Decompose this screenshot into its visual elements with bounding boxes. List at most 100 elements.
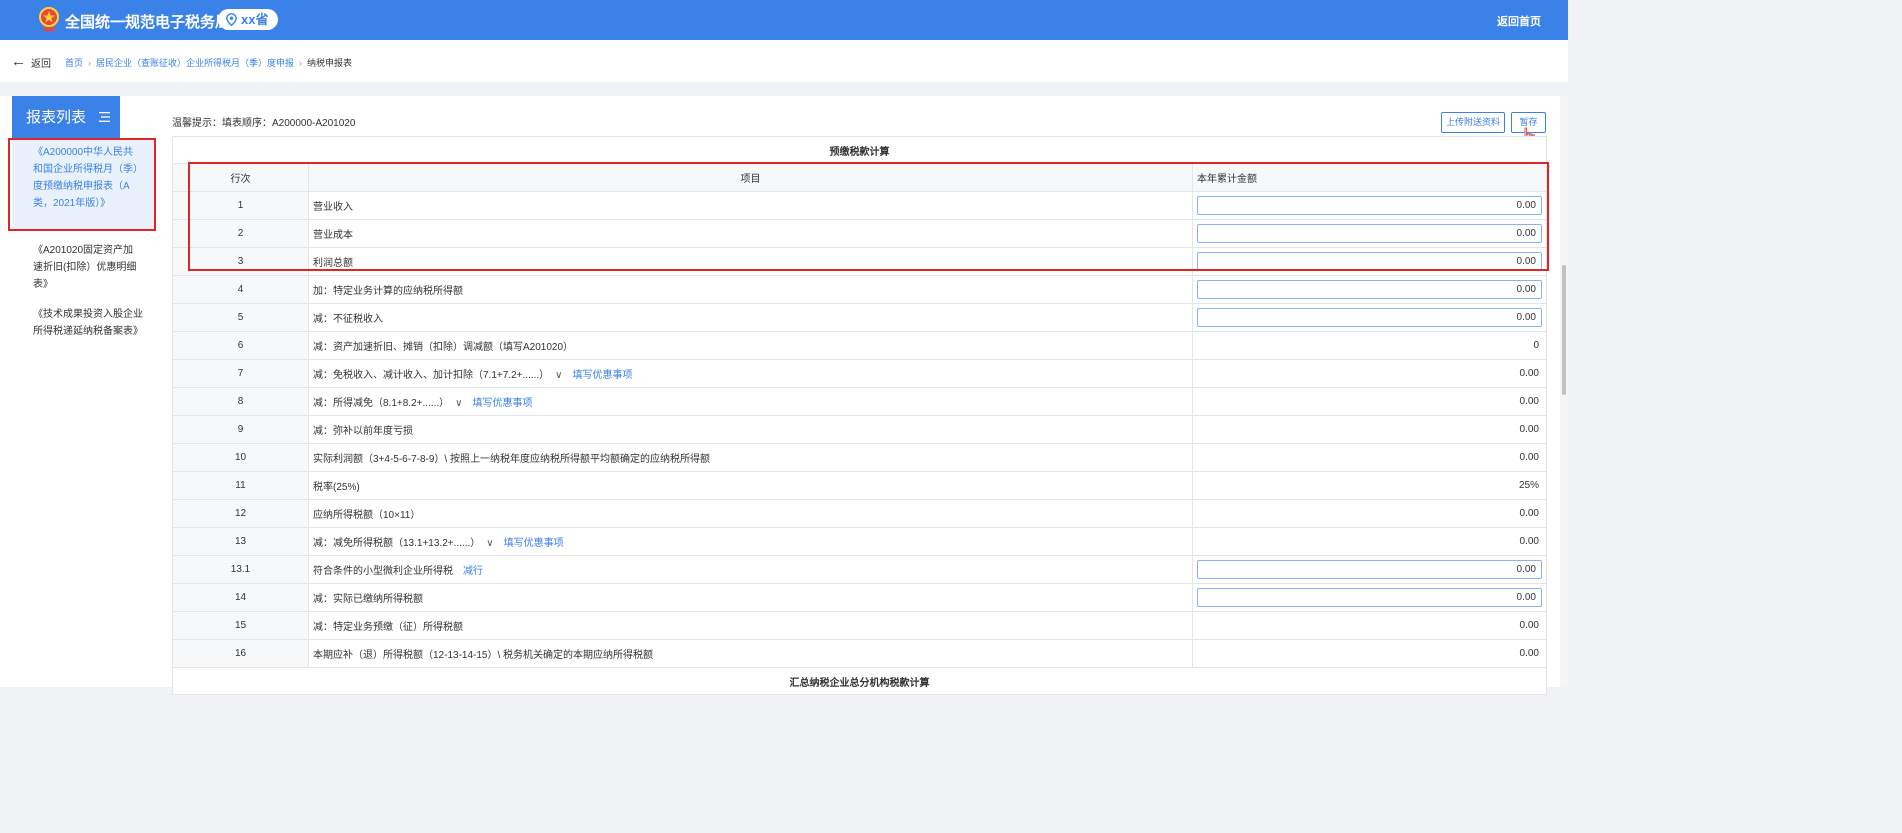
amount-value: 0.00 bbox=[1192, 443, 1547, 472]
row-number: 14 bbox=[172, 583, 309, 612]
row-item-label: 符合条件的小型微利企业所得税 bbox=[313, 566, 453, 577]
amount-input[interactable]: 0.00 bbox=[1197, 280, 1542, 299]
amount-input[interactable]: 0.00 bbox=[1197, 308, 1542, 327]
row-number: 4 bbox=[172, 275, 309, 304]
row-item-label: 减：实际已缴纳所得税额 bbox=[313, 594, 423, 605]
row-number: 16 bbox=[172, 639, 309, 668]
amount-value: 0 bbox=[1192, 331, 1547, 360]
row-number: 13 bbox=[172, 527, 309, 556]
row-item-label: 税率(25%) bbox=[313, 482, 360, 493]
annotation-box-table bbox=[188, 162, 1549, 271]
section-header-row: 预缴税款计算 bbox=[172, 136, 1547, 164]
amount-value: 0.00 bbox=[1192, 359, 1547, 388]
tax-emblem-icon bbox=[39, 7, 59, 31]
table-row: 16 本期应补（退）所得税额（12-13-14-15）\ 税务机关确定的本期应纳所… bbox=[172, 639, 1547, 668]
back-button[interactable]: 返回 bbox=[31, 55, 51, 70]
row-item: 税率(25%) bbox=[308, 471, 1193, 500]
sidebar-item-a201020[interactable]: 《A201020固定资产加速折旧(扣除）优惠明细表》 bbox=[33, 242, 143, 293]
row-number: 7 bbox=[172, 359, 309, 388]
report-list-title: 报表列表 bbox=[26, 109, 87, 126]
scrollbar-thumb[interactable] bbox=[1562, 265, 1566, 395]
upload-attachments-button[interactable]: 上传附送资料 bbox=[1441, 112, 1505, 133]
row-item: 加：特定业务计算的应纳税所得额 bbox=[308, 275, 1193, 304]
chevron-down-icon[interactable]: ∨ bbox=[455, 398, 462, 409]
breadcrumb-current: 纳税申报表 bbox=[307, 58, 353, 68]
amount-value: 0.00 bbox=[1192, 387, 1547, 416]
row-number: 10 bbox=[172, 443, 309, 472]
row-item: 减：减免所得税额（13.1+13.2+......） ∨ 填写优惠事项 bbox=[308, 527, 1193, 556]
row-item-label: 减：资产加速折旧、摊销（扣除）调减额（填写A201020） bbox=[313, 342, 574, 353]
row-item: 减：特定业务预缴（征）所得税额 bbox=[308, 611, 1193, 640]
row-number: 11 bbox=[172, 471, 309, 500]
row-item: 减：免税收入、减计收入、加计扣除（7.1+7.2+......） ∨ 填写优惠事项 bbox=[308, 359, 1193, 388]
delete-row-link[interactable]: 减行 bbox=[463, 566, 483, 577]
location-pin-icon bbox=[226, 13, 237, 26]
fill-preference-link[interactable]: 填写优惠事项 bbox=[504, 538, 564, 549]
table-row: 13.1 符合条件的小型微利企业所得税 减行 0.00 bbox=[172, 555, 1547, 584]
row-item: 减：弥补以前年度亏损 bbox=[308, 415, 1193, 444]
row-item: 本期应补（退）所得税额（12-13-14-15）\ 税务机关确定的本期应纳所得税… bbox=[308, 639, 1193, 668]
amount-cell: 0.00 bbox=[1192, 303, 1547, 332]
row-item: 应纳所得税额（10×11） bbox=[308, 499, 1193, 528]
amount-value: 0.00 bbox=[1192, 499, 1547, 528]
row-item-label: 加：特定业务计算的应纳税所得额 bbox=[313, 286, 463, 297]
amount-cell: 0.00 bbox=[1192, 555, 1547, 584]
amount-value: 0.00 bbox=[1192, 611, 1547, 640]
amount-cell: 0.00 bbox=[1192, 583, 1547, 612]
fill-order-hint: 温馨提示：填表顺序：A200000-A201020 bbox=[172, 118, 356, 129]
table-row: 9 减：弥补以前年度亏损 0.00 bbox=[172, 415, 1547, 444]
chevron-down-icon[interactable]: ∨ bbox=[486, 538, 493, 549]
row-item-label: 减：所得减免（8.1+8.2+......） bbox=[313, 398, 450, 409]
back-arrow-icon[interactable]: ← bbox=[11, 53, 26, 70]
table-row: 15 减：特定业务预缴（征）所得税额 0.00 bbox=[172, 611, 1547, 640]
section-title: 预缴税款计算 bbox=[172, 136, 1547, 164]
menu-collapse-icon[interactable] bbox=[99, 111, 110, 123]
table-row: 8 减：所得减免（8.1+8.2+......） ∨ 填写优惠事项 0.00 bbox=[172, 387, 1547, 416]
top-bar: 全国统一规范电子税务局 xx省 返回首页 bbox=[0, 0, 1568, 40]
row-number: 13.1 bbox=[172, 555, 309, 584]
row-item-label: 减：不征税收入 bbox=[313, 314, 383, 325]
row-item-label: 应纳所得税额（10×11） bbox=[313, 510, 421, 521]
row-item-label: 实际利润额（3+4-5-6-7-8-9）\ 按照上一纳税年度应纳税所得额平均额确… bbox=[313, 454, 710, 465]
row-item-label: 减：特定业务预缴（征）所得税额 bbox=[313, 622, 463, 633]
table-row: 5 减：不征税收入 0.00 bbox=[172, 303, 1547, 332]
amount-value: 0.00 bbox=[1192, 415, 1547, 444]
row-item-label: 减：免税收入、减计收入、加计扣除（7.1+7.2+......） bbox=[313, 370, 550, 381]
amount-cell: 0.00 bbox=[1192, 275, 1547, 304]
province-selector[interactable]: xx省 bbox=[218, 9, 279, 30]
row-item: 减：所得减免（8.1+8.2+......） ∨ 填写优惠事项 bbox=[308, 387, 1193, 416]
amount-input[interactable]: 0.00 bbox=[1197, 560, 1542, 579]
amount-input[interactable]: 0.00 bbox=[1197, 588, 1542, 607]
return-home-link[interactable]: 返回首页 bbox=[1497, 13, 1541, 29]
fill-preference-link[interactable]: 填写优惠事项 bbox=[472, 398, 532, 409]
row-item: 减：实际已缴纳所得税额 bbox=[308, 583, 1193, 612]
fill-preference-link[interactable]: 填写优惠事项 bbox=[572, 370, 632, 381]
breadcrumb-separator: › bbox=[88, 58, 92, 68]
table-row: 14 减：实际已缴纳所得税额 0.00 bbox=[172, 583, 1547, 612]
province-label: xx省 bbox=[241, 12, 269, 27]
annotation-box-sidebar bbox=[8, 138, 156, 231]
row-number: 9 bbox=[172, 415, 309, 444]
amount-value: 0.00 bbox=[1192, 639, 1547, 668]
row-item-label: 减：弥补以前年度亏损 bbox=[313, 426, 413, 437]
chevron-down-icon[interactable]: ∨ bbox=[555, 370, 562, 381]
table-row: 12 应纳所得税额（10×11） 0.00 bbox=[172, 499, 1547, 528]
next-section-title: 汇总纳税企业总分机构税款计算 bbox=[172, 667, 1547, 695]
row-number: 6 bbox=[172, 331, 309, 360]
row-number: 5 bbox=[172, 303, 309, 332]
row-number: 8 bbox=[172, 387, 309, 416]
table-row: 7 减：免税收入、减计收入、加计扣除（7.1+7.2+......） ∨ 填写优惠事项… bbox=[172, 359, 1547, 388]
table-row: 6 减：资产加速折旧、摊销（扣除）调减额（填写A201020） 0 bbox=[172, 331, 1547, 360]
breadcrumb-separator: › bbox=[299, 58, 303, 68]
breadcrumb: 首页 › 居民企业（查账征收）企业所得税月（季）度申报 › 纳税申报表 bbox=[65, 56, 352, 69]
table-row: 4 加：特定业务计算的应纳税所得额 0.00 bbox=[172, 275, 1547, 304]
amount-value: 0.00 bbox=[1192, 527, 1547, 556]
row-item: 实际利润额（3+4-5-6-7-8-9）\ 按照上一纳税年度应纳税所得额平均额确… bbox=[308, 443, 1193, 472]
row-item: 减：资产加速折旧、摊销（扣除）调减额（填写A201020） bbox=[308, 331, 1193, 360]
row-item: 符合条件的小型微利企业所得税 减行 bbox=[308, 555, 1193, 584]
breadcrumb-declaration[interactable]: 居民企业（查账征收）企业所得税月（季）度申报 bbox=[96, 58, 294, 68]
row-item-label: 减：减免所得税额（13.1+13.2+......） bbox=[313, 538, 481, 549]
breadcrumb-home[interactable]: 首页 bbox=[65, 58, 83, 68]
sidebar-item-tech-investment[interactable]: 《技术成果投资入股企业所得税递延纳税备案表》 bbox=[33, 306, 143, 340]
table-row: 11 税率(25%) 25% bbox=[172, 471, 1547, 500]
